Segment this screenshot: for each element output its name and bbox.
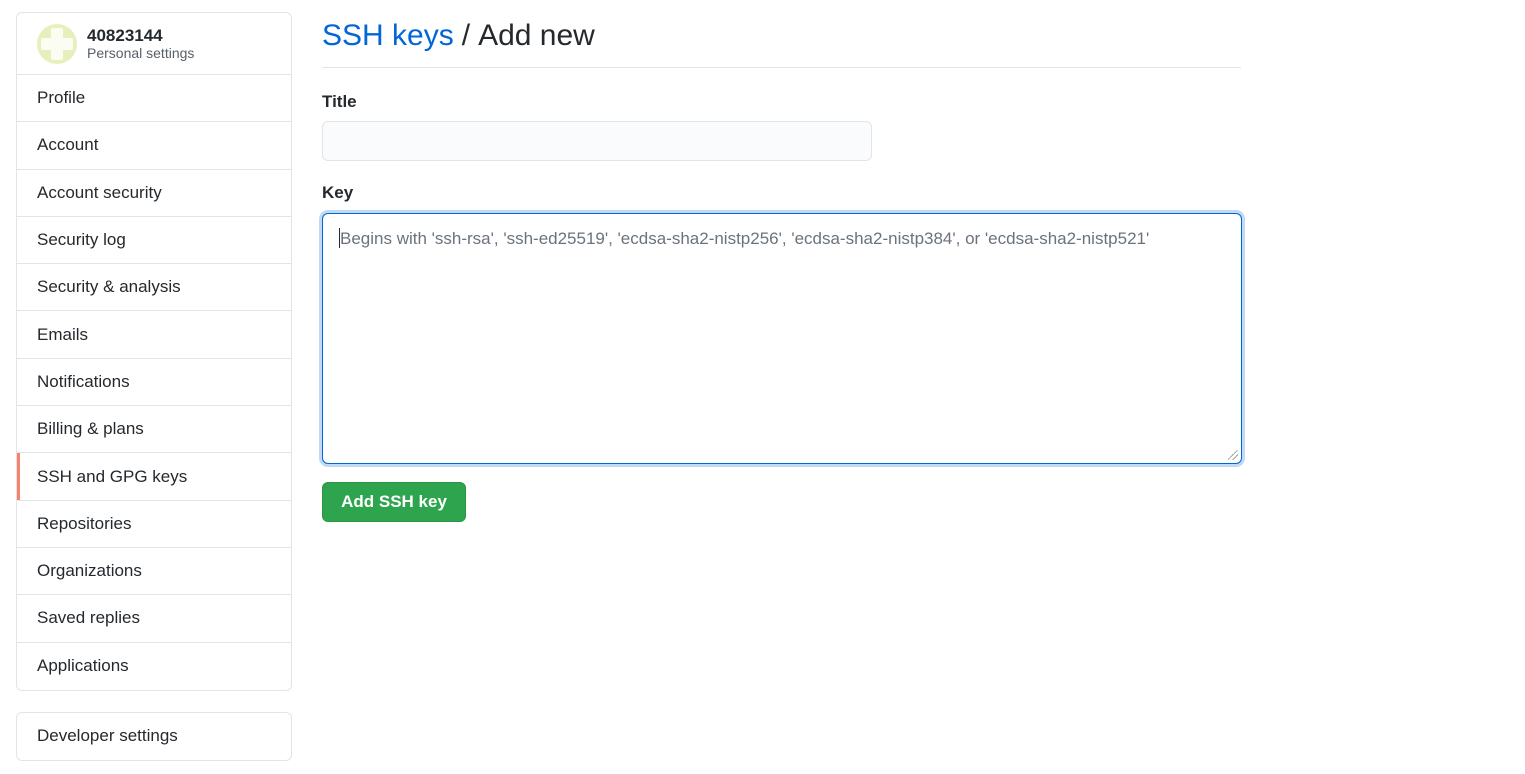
- sidebar-item-applications[interactable]: Applications: [17, 643, 291, 690]
- key-textarea[interactable]: Begins with 'ssh-rsa', 'ssh-ed25519', 'e…: [322, 213, 1242, 464]
- key-label: Key: [322, 183, 354, 202]
- sidebar-item-ssh-gpg-keys[interactable]: SSH and GPG keys: [17, 453, 291, 501]
- sidebar-item-account[interactable]: Account: [17, 122, 291, 170]
- username[interactable]: 40823144: [87, 26, 194, 46]
- avatar[interactable]: [37, 23, 77, 64]
- ssh-keys-link[interactable]: SSH keys: [322, 19, 454, 53]
- main-content: SSH keys / Add new Title Key Begins with…: [322, 12, 1242, 522]
- personal-settings-label: Personal settings: [87, 45, 195, 62]
- title-label: Title: [322, 92, 357, 111]
- breadcrumb-separator: /: [461, 19, 471, 52]
- sidebar-item-profile[interactable]: Profile: [17, 75, 291, 123]
- sidebar-item-notifications[interactable]: Notifications: [17, 359, 291, 407]
- key-placeholder: Begins with 'ssh-rsa', 'ssh-ed25519', 'e…: [340, 229, 1150, 248]
- sidebar-item-security-log[interactable]: Security log: [17, 217, 291, 265]
- sidebar-item-billing[interactable]: Billing & plans: [17, 406, 291, 454]
- settings-sidebar: 40823144 Personal settings Profile Accou…: [16, 12, 292, 761]
- user-header[interactable]: 40823144 Personal settings: [17, 13, 291, 75]
- sidebar-item-security-analysis[interactable]: Security & analysis: [17, 264, 291, 312]
- sidebar-item-emails[interactable]: Emails: [17, 311, 291, 359]
- settings-menu: 40823144 Personal settings Profile Accou…: [16, 12, 292, 691]
- resize-handle-icon[interactable]: [1228, 450, 1238, 460]
- sidebar-item-repositories[interactable]: Repositories: [17, 501, 291, 548]
- developer-menu: Developer settings: [16, 711, 292, 761]
- sidebar-item-saved-replies[interactable]: Saved replies: [17, 595, 291, 643]
- sidebar-item-organizations[interactable]: Organizations: [17, 548, 291, 596]
- sidebar-item-developer-settings[interactable]: Developer settings: [17, 713, 291, 760]
- breadcrumb-current: Add new: [478, 19, 595, 52]
- sidebar-item-account-security[interactable]: Account security: [17, 170, 291, 217]
- page-title: SSH keys / Add new: [322, 12, 1241, 68]
- user-info: 40823144 Personal settings: [87, 26, 194, 62]
- title-input[interactable]: [322, 121, 872, 161]
- add-ssh-key-button[interactable]: Add SSH key: [322, 482, 466, 522]
